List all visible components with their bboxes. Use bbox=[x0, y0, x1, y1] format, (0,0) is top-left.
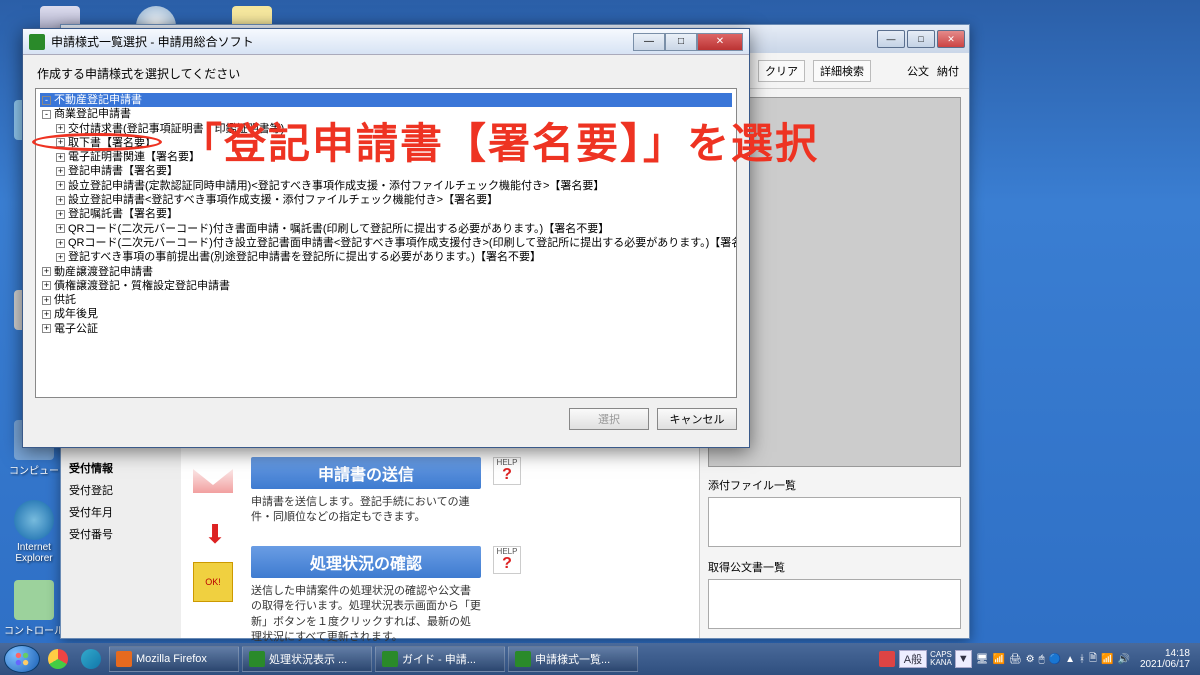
tree-item[interactable]: +設立登記申請書(定款認証同時申請用)<登記すべき事項作成支援・添付ファイルチェ… bbox=[54, 179, 732, 193]
chrome-icon[interactable] bbox=[43, 645, 73, 673]
tray-icon[interactable]: ▲ bbox=[1065, 654, 1075, 665]
taskbar: Mozilla Firefox処理状況表示 ...ガイド - 申請...申請様式… bbox=[0, 643, 1200, 675]
maximize-button[interactable]: □ bbox=[665, 33, 697, 51]
desktop-icon-ie[interactable]: Internet Explorer bbox=[4, 500, 64, 564]
system-tray[interactable]: A般 CAPSKANA ▼ 🖥 📶 🖨 ⚙ 🖱 🔵 ▲ ᚼ 🗎 📶 🔊 14:1… bbox=[879, 648, 1196, 670]
close-button[interactable]: ✕ bbox=[937, 30, 965, 48]
document-list-label: 取得公文書一覧 bbox=[708, 559, 961, 575]
attachment-list[interactable] bbox=[708, 497, 961, 547]
tree-item[interactable]: +動産譲渡登記申請書 bbox=[40, 265, 732, 279]
taskbar-item[interactable]: Mozilla Firefox bbox=[109, 646, 239, 672]
tree-item[interactable]: +電子公証 bbox=[40, 322, 732, 336]
form-tree[interactable]: -不動産登記申請書-商業登記申請書+交付請求書(登記事項証明書・印鑑証明書等)+… bbox=[35, 88, 737, 398]
close-button[interactable]: ✕ bbox=[697, 33, 743, 51]
tray-icon[interactable]: 📶 bbox=[1101, 654, 1113, 665]
tray-icon[interactable]: 🔵 bbox=[1049, 654, 1061, 665]
toolbar-detail-search[interactable]: 詳細検索 bbox=[813, 60, 871, 82]
tray-icon[interactable]: 🖥 bbox=[976, 654, 989, 665]
tree-item[interactable]: +債権譲渡登記・質権設定登記申請書 bbox=[40, 279, 732, 293]
dialog-title: 申請様式一覧選択 - 申請用総合ソフト bbox=[51, 33, 627, 50]
tree-item[interactable]: +登記嘱託書【署名要】 bbox=[54, 207, 732, 221]
section-send-title: 申請書の送信 bbox=[251, 457, 481, 489]
select-button[interactable]: 選択 bbox=[569, 408, 649, 430]
tree-item[interactable]: +交付請求書(登記事項証明書・印鑑証明書等) bbox=[54, 122, 732, 136]
tray-icon[interactable]: 🖱 bbox=[1039, 654, 1045, 665]
taskbar-item[interactable]: 処理状況表示 ... bbox=[242, 646, 372, 672]
taskbar-item[interactable]: 申請様式一覧... bbox=[508, 646, 638, 672]
tree-item[interactable]: +QRコード(二次元バーコード)付き書面申請・嘱託書(印刷して登記所に提出する必… bbox=[54, 222, 732, 236]
tray-icon[interactable]: 🗎 bbox=[1089, 651, 1097, 668]
ok-icon: OK! bbox=[193, 562, 233, 602]
cancel-button[interactable]: キャンセル bbox=[657, 408, 737, 430]
tree-item[interactable]: +登記申請書【署名要】 bbox=[54, 164, 732, 178]
start-button[interactable] bbox=[4, 645, 40, 673]
tray-icon[interactable]: 📶 bbox=[993, 654, 1005, 665]
tree-item[interactable]: +設立登記申請書<登記すべき事項作成支援・添付ファイルチェック機能付き>【署名要… bbox=[54, 193, 732, 207]
tray-icon[interactable]: ᚼ bbox=[1079, 654, 1085, 665]
form-select-dialog: 申請様式一覧選択 - 申請用総合ソフト — □ ✕ 作成する申請様式を選択してく… bbox=[22, 28, 750, 448]
maximize-button[interactable]: □ bbox=[907, 30, 935, 48]
tree-item[interactable]: -商業登記申請書 bbox=[40, 107, 732, 121]
tree-item[interactable]: -不動産登記申請書 bbox=[40, 93, 732, 107]
tree-item[interactable]: +成年後見 bbox=[40, 307, 732, 321]
tray-icon[interactable]: ⚙ bbox=[1026, 654, 1035, 665]
mail-icon bbox=[193, 461, 233, 501]
taskbar-item[interactable]: ガイド - 申請... bbox=[375, 646, 505, 672]
dialog-instruction: 作成する申請様式を選択してください bbox=[23, 55, 749, 88]
desktop-icon[interactable]: コントロール bbox=[4, 580, 64, 637]
tree-item[interactable]: +取下書【署名要】 bbox=[54, 136, 732, 150]
tree-item[interactable]: +供託 bbox=[40, 293, 732, 307]
tree-item[interactable]: +登記すべき事項の事前提出書(別途登記申請書を登記所に提出する必要があります。)… bbox=[54, 250, 732, 264]
toolbar-clear[interactable]: クリア bbox=[758, 60, 805, 82]
tray-icon[interactable]: 🔊 bbox=[1117, 654, 1129, 665]
tree-item[interactable]: +電子証明書関連【署名要】 bbox=[54, 150, 732, 164]
help-button[interactable]: HELP? bbox=[493, 457, 521, 485]
arrow-down-icon: ⬇ bbox=[193, 519, 237, 550]
tray-icon[interactable]: 🖨 bbox=[1009, 654, 1022, 665]
minimize-button[interactable]: — bbox=[877, 30, 905, 48]
app-icon bbox=[29, 34, 45, 50]
tree-item[interactable]: +QRコード(二次元バーコード)付き設立登記書面申請書<登記すべき事項作成支援付… bbox=[54, 236, 732, 250]
attachment-list-label: 添付ファイル一覧 bbox=[708, 477, 961, 493]
minimize-button[interactable]: — bbox=[633, 33, 665, 51]
edge-icon[interactable] bbox=[76, 645, 106, 673]
clock[interactable]: 14:18 2021/06/17 bbox=[1134, 648, 1196, 670]
help-button[interactable]: HELP? bbox=[493, 546, 521, 574]
section-status-title: 処理状況の確認 bbox=[251, 546, 481, 578]
tray-icon[interactable] bbox=[879, 651, 895, 667]
document-list[interactable] bbox=[708, 579, 961, 629]
